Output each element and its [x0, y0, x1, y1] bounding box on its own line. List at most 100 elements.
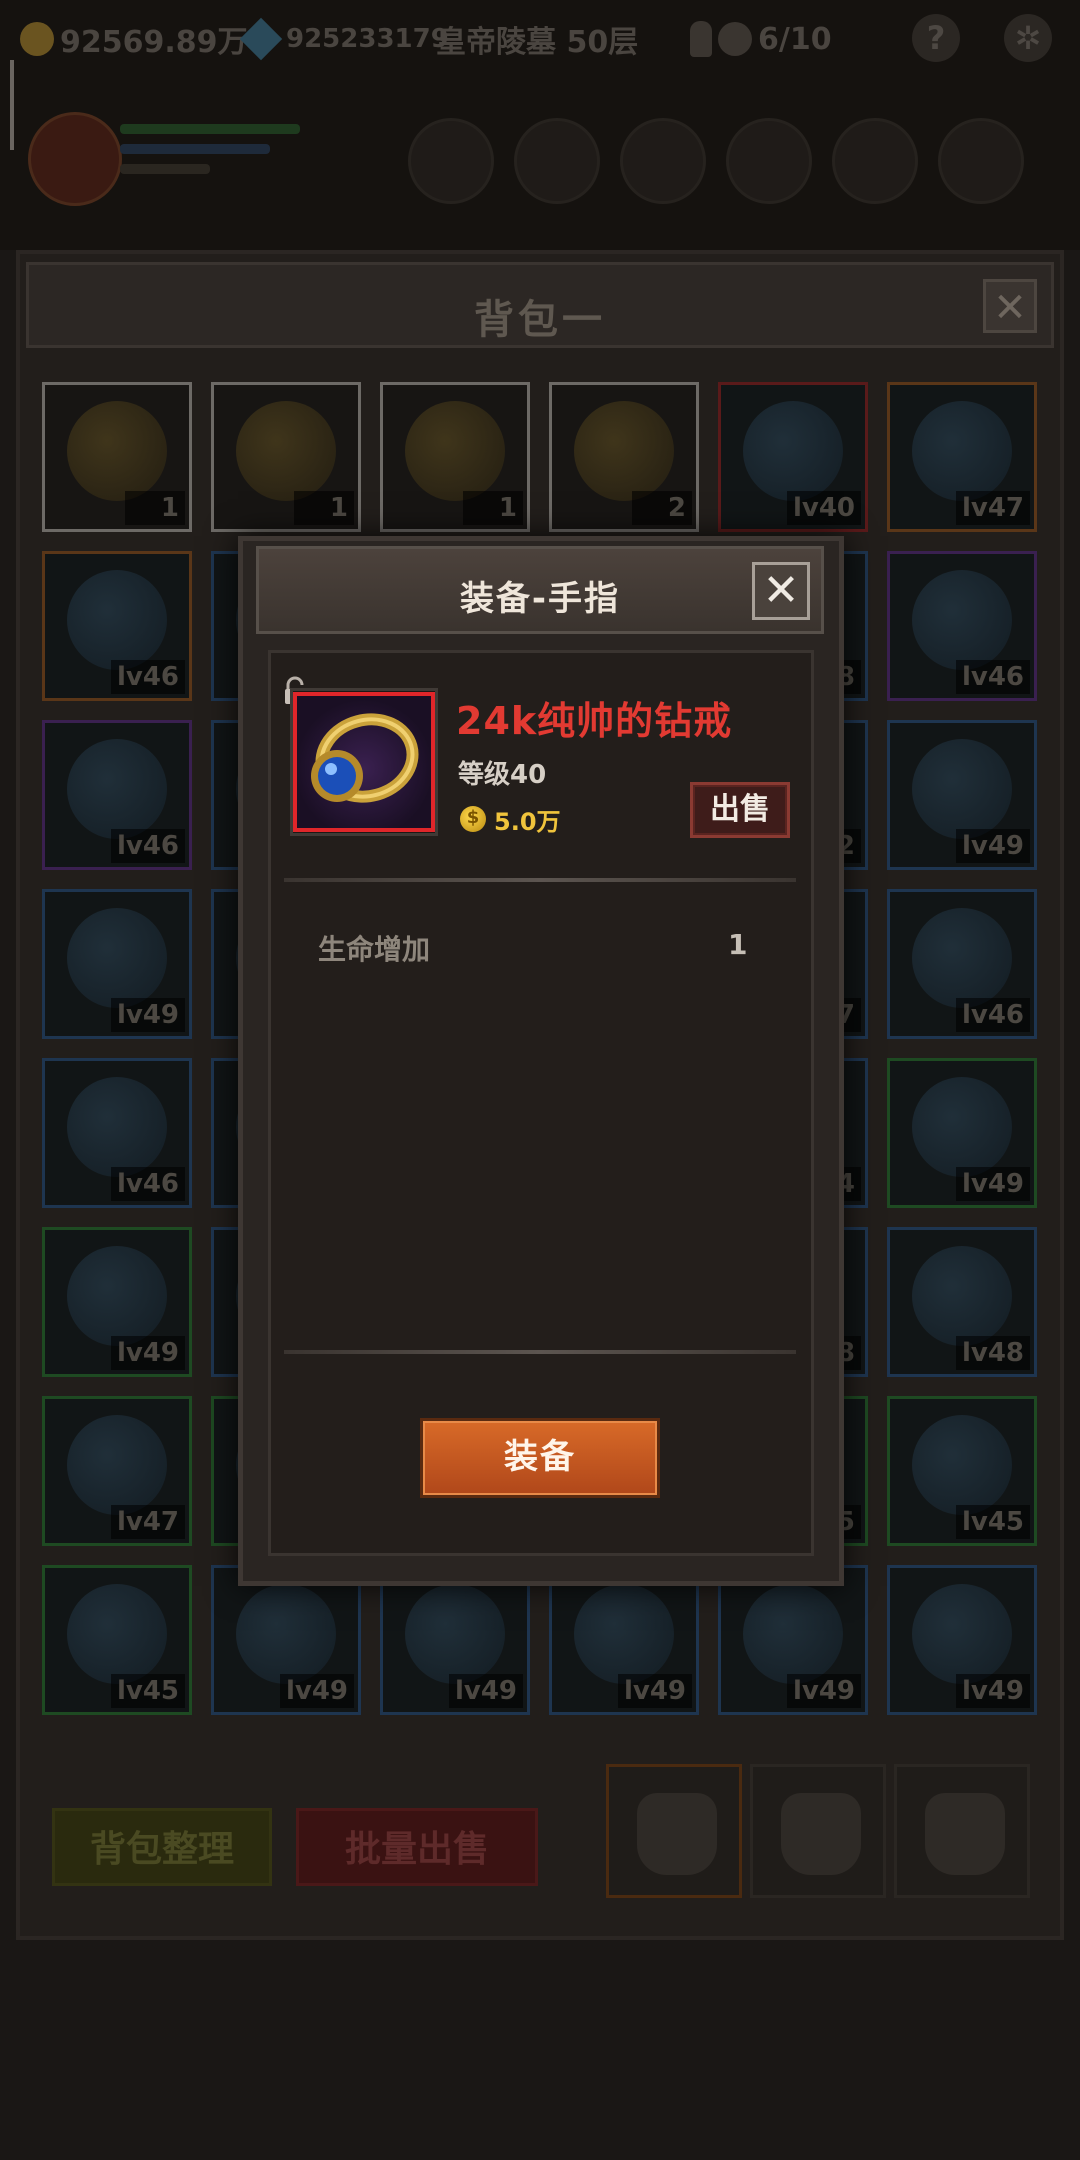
slot-label: lv49	[110, 998, 185, 1032]
inventory-slot[interactable]: lv49	[42, 889, 192, 1039]
inventory-slot[interactable]: 1	[42, 382, 192, 532]
skill-slot-3[interactable]	[620, 118, 706, 204]
slot-label: 1	[294, 491, 354, 525]
inventory-slot[interactable]: lv49	[380, 1565, 530, 1715]
backpack-icon	[925, 1793, 1005, 1875]
inventory-slot[interactable]: lv49	[887, 1058, 1037, 1208]
item-icon	[67, 1584, 167, 1684]
item-name: 24k纯帅的钻戒	[456, 699, 733, 743]
slot-label: lv45	[955, 1505, 1030, 1539]
gold-counter: 92569.89万	[20, 14, 248, 64]
item-icon	[67, 1077, 167, 1177]
inventory-slot[interactable]: lv46	[42, 1058, 192, 1208]
item-price-value: 5.0万	[494, 807, 561, 836]
inventory-slot[interactable]: lv46	[887, 551, 1037, 701]
skill-slot-2[interactable]	[514, 118, 600, 204]
inventory-slot[interactable]: 1	[211, 382, 361, 532]
inventory-slot[interactable]: lv49	[549, 1565, 699, 1715]
item-icon-slot	[293, 692, 435, 832]
gem-icon	[239, 17, 283, 61]
inventory-slot[interactable]: lv49	[887, 1565, 1037, 1715]
stat-value: 1	[728, 928, 748, 961]
item-icon	[912, 401, 1012, 501]
inventory-slot[interactable]: lv46	[42, 551, 192, 701]
xp-bar	[120, 164, 210, 174]
divider-bottom	[284, 1350, 796, 1354]
slot-label: lv49	[617, 1674, 692, 1708]
inventory-slot[interactable]: lv47	[42, 1396, 192, 1546]
organize-bag-button[interactable]: 背包整理	[52, 1808, 272, 1886]
inventory-slot[interactable]: lv49	[42, 1227, 192, 1377]
stat-name: 生命增加	[318, 933, 431, 966]
bag-tab-3[interactable]	[894, 1764, 1030, 1898]
key-icon	[690, 21, 712, 57]
skill-slot-6[interactable]	[938, 118, 1024, 204]
slot-label: lv46	[955, 998, 1030, 1032]
slot-label: lv48	[955, 1336, 1030, 1370]
inventory-slot[interactable]: lv45	[887, 1396, 1037, 1546]
inventory-slot[interactable]: lv49	[211, 1565, 361, 1715]
bag-close-button[interactable]: ✕	[983, 279, 1037, 333]
inventory-slot[interactable]: lv47	[887, 382, 1037, 532]
item-icon	[67, 908, 167, 1008]
slot-label: lv46	[955, 660, 1030, 694]
slot-label: lv46	[110, 660, 185, 694]
inventory-slot[interactable]: lv48	[887, 1227, 1037, 1377]
inventory-slot[interactable]: 2	[549, 382, 699, 532]
stage-label[interactable]: 皇帝陵墓 50层	[436, 14, 638, 64]
item-icon	[912, 1246, 1012, 1346]
slot-label: lv47	[955, 491, 1030, 525]
slot-label: lv40	[786, 491, 861, 525]
ring-icon	[311, 713, 419, 803]
item-icon	[743, 1584, 843, 1684]
item-icon	[67, 1246, 167, 1346]
item-icon	[67, 1415, 167, 1515]
inventory-slot[interactable]: lv46	[42, 720, 192, 870]
item-icon	[67, 570, 167, 670]
key-counter: 6/10	[690, 14, 832, 64]
keys-progress: 6/10	[758, 21, 832, 57]
bag-title: 背包一	[474, 297, 606, 343]
item-icon	[236, 1584, 336, 1684]
dialog-header: 装备-手指	[256, 546, 824, 634]
inventory-slot[interactable]: lv49	[718, 1565, 868, 1715]
slot-label: lv47	[110, 1505, 185, 1539]
bag-tab-2[interactable]	[750, 1764, 886, 1898]
slot-label: lv49	[279, 1674, 354, 1708]
settings-gear-icon[interactable]: ✲	[1004, 14, 1052, 62]
item-icon	[67, 739, 167, 839]
item-icon	[912, 739, 1012, 839]
dialog-close-button[interactable]: ✕	[752, 562, 810, 620]
dialog-title: 装备-手指	[459, 579, 621, 619]
inventory-slot[interactable]: 1	[380, 382, 530, 532]
inventory-slot[interactable]: lv49	[887, 720, 1037, 870]
gold-coin-icon	[460, 806, 486, 832]
slot-label: lv49	[110, 1336, 185, 1370]
inventory-slot[interactable]: lv45	[42, 1565, 192, 1715]
top-hud: 92569.89万 925233179 皇帝陵墓 50层 6/10 ? ✲	[0, 0, 1080, 250]
inventory-slot[interactable]: lv46	[887, 889, 1037, 1039]
slot-label: lv49	[955, 1167, 1030, 1201]
gold-amount: 92569.89万	[60, 25, 248, 60]
equip-button[interactable]: 装备	[420, 1418, 660, 1498]
skill-slot-4[interactable]	[726, 118, 812, 204]
slot-label: lv45	[110, 1674, 185, 1708]
skill-slot-5[interactable]	[832, 118, 918, 204]
skill-slot-1[interactable]	[408, 118, 494, 204]
item-icon	[912, 1077, 1012, 1177]
slot-label: lv49	[955, 1674, 1030, 1708]
item-icon	[912, 908, 1012, 1008]
gold-coin-icon	[20, 22, 54, 56]
player-avatar[interactable]	[28, 112, 122, 206]
backpack-icon	[637, 1793, 717, 1875]
help-button[interactable]: ?	[912, 14, 960, 62]
item-icon	[912, 570, 1012, 670]
item-icon	[236, 401, 336, 501]
skull-icon	[718, 22, 752, 56]
inventory-slot[interactable]: lv40	[718, 382, 868, 532]
backpack-icon	[781, 1793, 861, 1875]
bulk-sell-button[interactable]: 批量出售	[296, 1808, 538, 1886]
bag-tab-1[interactable]	[606, 1764, 742, 1898]
sell-button[interactable]: 出售	[690, 782, 790, 838]
item-icon	[67, 401, 167, 501]
